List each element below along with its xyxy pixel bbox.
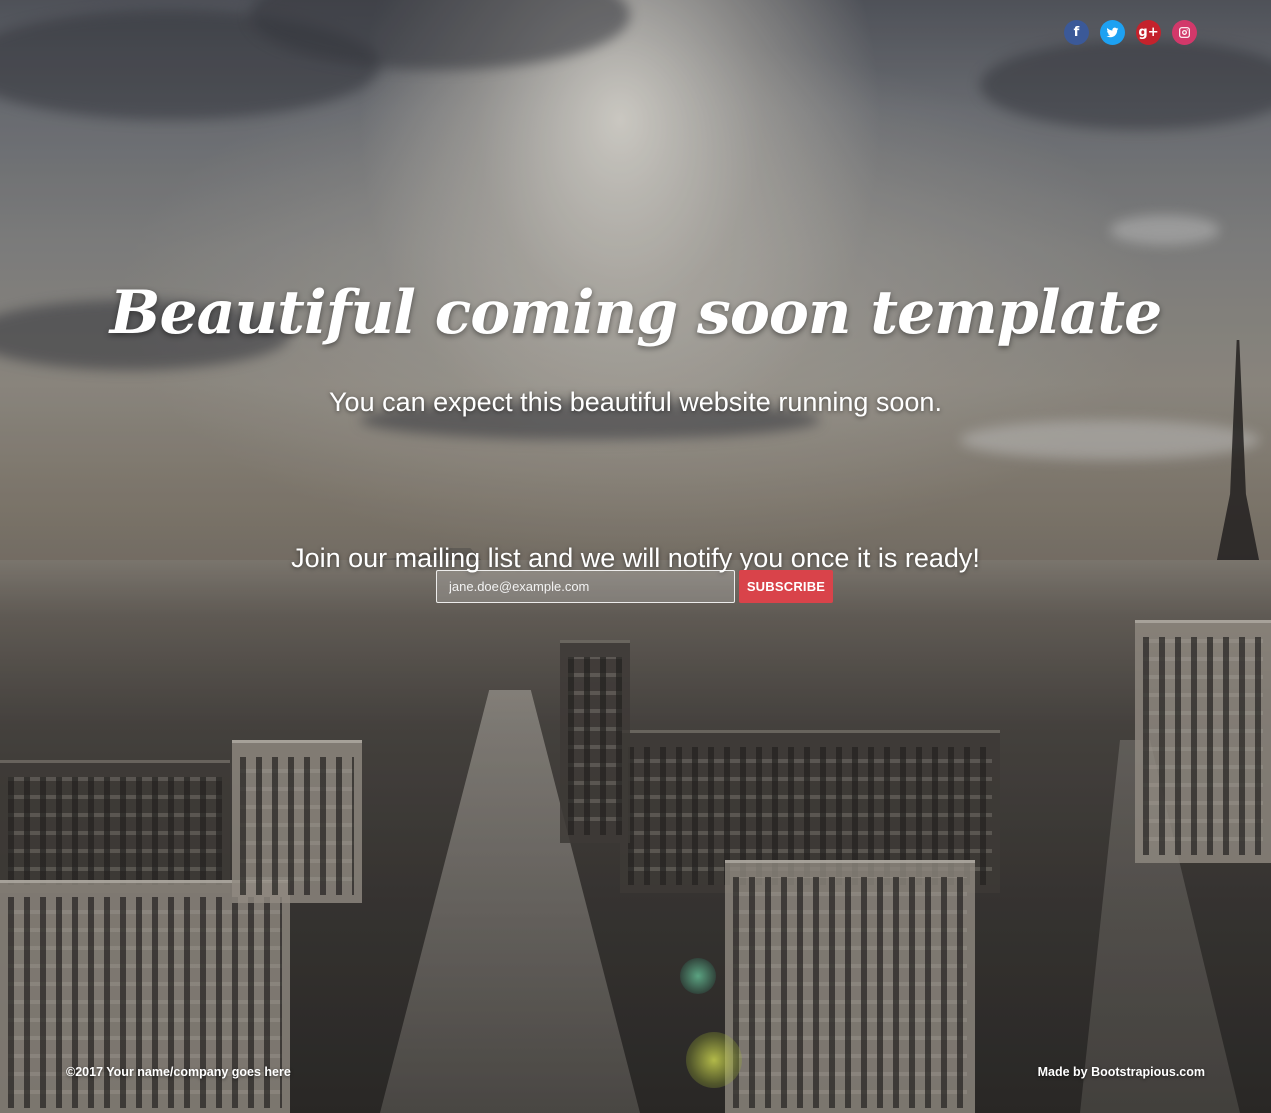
facebook-icon[interactable]: f [1064, 20, 1089, 45]
bootstrapious-link[interactable]: Bootstrapious.com [1091, 1065, 1205, 1079]
page-subtitle: You can expect this beautiful website ru… [329, 387, 942, 417]
credits-prefix: Made by [1037, 1065, 1092, 1079]
social-links: f g+ [1064, 20, 1197, 45]
credits: Made by Bootstrapious.com [1038, 1065, 1205, 1079]
google-plus-icon[interactable]: g+ [1136, 20, 1161, 45]
copyright-text: ©2017 Your name/company goes here [66, 1065, 291, 1079]
page-title: Beautiful coming soon template [109, 278, 1163, 349]
twitter-bird-glyph [1106, 27, 1119, 38]
twitter-icon[interactable] [1100, 20, 1125, 45]
coming-soon-page: f g+ Beautiful coming soon template You … [0, 0, 1271, 1113]
instagram-camera-glyph [1179, 27, 1190, 38]
subscribe-button[interactable]: SUBSCRIBE [739, 570, 833, 603]
email-input[interactable] [436, 570, 735, 603]
subscribe-form: SUBSCRIBE [436, 570, 833, 603]
instagram-icon[interactable] [1172, 20, 1197, 45]
